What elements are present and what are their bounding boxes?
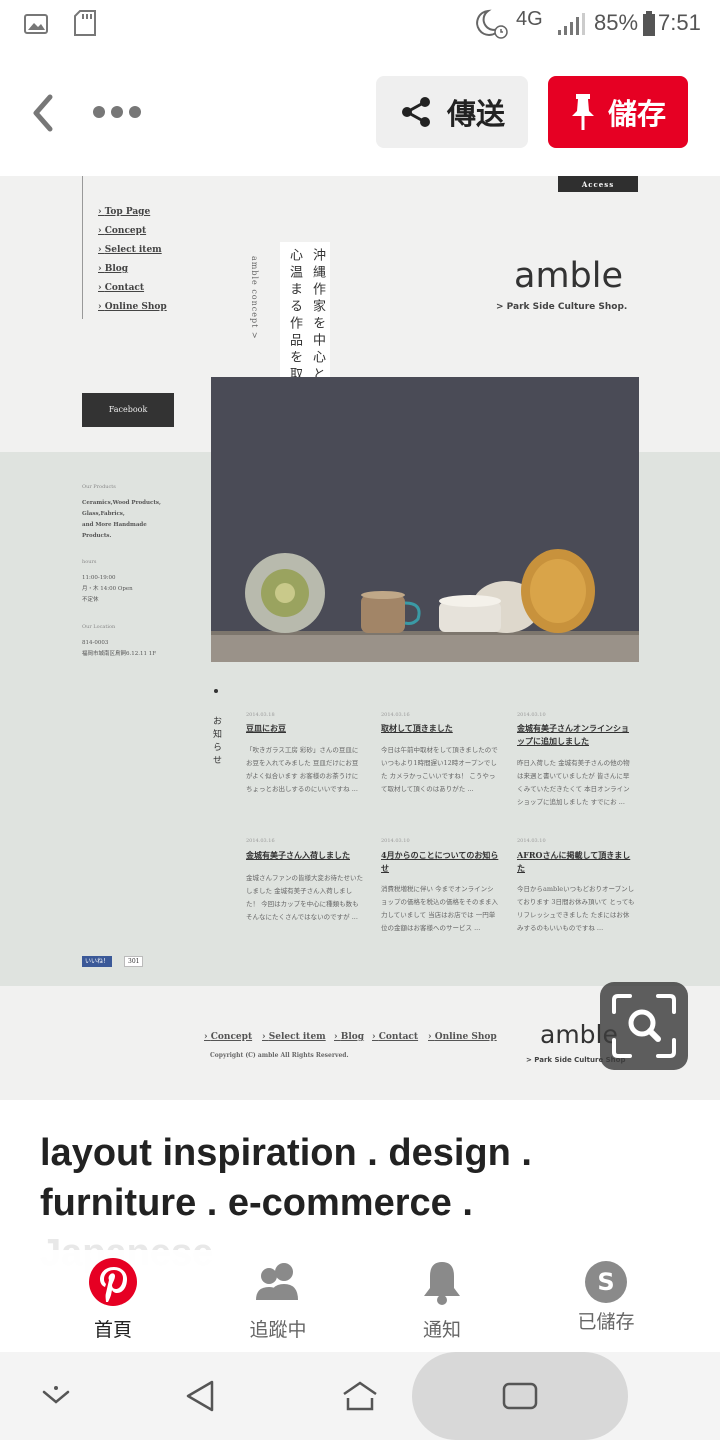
news-bullet [214, 689, 218, 693]
save-label: 儲存 [607, 97, 666, 131]
pin-image[interactable]: › Top Page › Concept › Select item › Blo… [0, 176, 720, 1100]
news-date: 2014.03.10 [517, 712, 546, 718]
site-nav-contact: › Contact [98, 283, 145, 293]
clock: 7:51 [658, 10, 701, 35]
hours-heading: hours [82, 559, 97, 565]
facebook-button: Facebook [82, 393, 174, 427]
back-arrow-icon[interactable] [30, 94, 56, 132]
tab-saved-label: 已儲存 [577, 1311, 635, 1333]
footer-nav-online-shop: › Online Shop [428, 1032, 497, 1042]
footer-nav-contact: › Contact [372, 1032, 419, 1042]
location-heading: Our Location [82, 624, 116, 630]
pin-top-bar: 傳送 儲存 [0, 50, 720, 176]
description-line-2: furniture . e-commerce . [40, 1182, 473, 1224]
tab-saved[interactable]: S 已儲存 [546, 1258, 666, 1334]
brand-subtitle: > Park Side Culture Shop. [496, 302, 628, 312]
news-title: 金城有美子さん入荷しました [246, 850, 350, 860]
site-nav-top-page: › Top Page [98, 207, 151, 217]
access-button: Access [558, 176, 638, 192]
tab-home-label: 首頁 [93, 1319, 132, 1341]
share-label: 傳送 [446, 97, 505, 131]
news-body: 「吹きガラス工房 彩砂」さんの豆皿にお豆を入れてみました 豆皿だけにお豆がよく似… [246, 746, 359, 793]
news-title: AFROさんに掲載して頂きました [517, 850, 631, 873]
bell-icon [424, 1262, 460, 1305]
tab-notifications-label: 通知 [422, 1319, 461, 1341]
share-button[interactable]: 傳送 [376, 76, 528, 148]
lens-search-icon [612, 994, 676, 1058]
products-line-2: Glass,Fabrics, [82, 511, 125, 517]
hours-line-2: 月・木 14:00 Open [82, 586, 133, 592]
products-line-1: Ceramics,Wood Products, [82, 500, 161, 506]
footer-nav-blog: › Blog [334, 1032, 365, 1042]
recents-button[interactable] [412, 1352, 628, 1440]
pinterest-logo-icon [89, 1258, 137, 1306]
products-heading: Our Products [82, 484, 116, 490]
system-navigation-bar [0, 1352, 720, 1440]
tab-home[interactable]: 首頁 [53, 1258, 173, 1342]
news-body: 昨日入荷した 金城有美子さんの他の物は来週と書いていましたが 皆さんに早くみてい… [517, 759, 630, 806]
footer-nav-concept: › Concept [204, 1032, 253, 1042]
copyright: Copyright (C) amble All Rights Reserved. [210, 1052, 349, 1059]
save-button[interactable]: 儲存 [548, 76, 688, 148]
news-body: 今日は午前中取材をして頂きましたので いつもより1時間遅い12時オープンでした … [381, 746, 498, 793]
footer-nav-select-item: › Select item [262, 1032, 326, 1042]
tab-following[interactable]: 追蹤中 [218, 1258, 338, 1342]
site-nav-online-shop: › Online Shop [98, 302, 167, 312]
news-body: 金城さんファンの皆様大変お待たせいたしました 金城有美子さん入荷しました！ 今回… [246, 874, 363, 921]
news-date: 2014.03.16 [246, 838, 275, 844]
battery-icon [643, 11, 655, 36]
visual-search-button[interactable] [600, 982, 688, 1070]
battery-percent: 85% [594, 10, 639, 35]
people-icon [256, 1263, 298, 1300]
news-body: 今日からambleいつもどおりオープンしております 3日間お休み頂いて とっても… [517, 885, 635, 932]
like-count: 301 [124, 956, 144, 967]
news-date: 2014.03.18 [246, 712, 275, 718]
tab-notifications[interactable]: 通知 [382, 1258, 502, 1342]
news-title: 金城有美子さんオンラインショップに追加しました [517, 723, 629, 746]
more-options-icon[interactable] [90, 102, 144, 122]
back-triangle-icon[interactable] [182, 1378, 218, 1414]
news-body: 消費税増税に伴い 今までオンラインショップの価格を税込の価格をそのまま入力してい… [381, 885, 498, 932]
do-not-disturb-alarm-icon [476, 9, 508, 39]
products-line-3: and More Handmade [82, 522, 147, 528]
sd-card-icon [74, 10, 96, 36]
hide-keyboard-icon[interactable] [40, 1384, 72, 1408]
gallery-icon [24, 14, 48, 34]
news-date: 2014.03.10 [381, 838, 410, 844]
share-icon [401, 97, 430, 127]
home-icon[interactable] [340, 1378, 380, 1414]
status-bar: 4G 85% 7:51 [0, 0, 720, 50]
site-nav-select-item: › Select item [98, 245, 162, 255]
brand-logo: amble [514, 256, 624, 296]
signal-icon [558, 13, 585, 35]
hero-photo [211, 377, 639, 662]
tab-following-label: 追蹤中 [249, 1319, 307, 1341]
bottom-navigation: 首頁 追蹤中 通知 S 已儲存 [0, 1250, 720, 1350]
hours-line-1: 11:00-19:00 [82, 575, 116, 581]
location-line-2: 福岡市城南区鳥飼6.12.11 1F [82, 651, 157, 657]
hours-line-3: 不定休 [82, 597, 99, 603]
network-type: 4G [516, 8, 543, 30]
site-nav-blog: › Blog [98, 264, 129, 274]
location-line-1: 814-0003 [82, 640, 109, 646]
recents-icon [502, 1382, 538, 1410]
products-line-4: Products. [82, 533, 112, 539]
news-heading: お知らせ [211, 716, 221, 768]
news-date: 2014.03.16 [381, 712, 410, 718]
news-title: 4月からのことについてのお知らせ [381, 850, 499, 873]
pin-icon [571, 94, 594, 130]
news-title: 豆皿にお豆 [246, 723, 286, 733]
description-line-1: layout inspiration . design . [40, 1132, 532, 1174]
news-title: 取材して頂きました [381, 723, 453, 733]
news-date: 2014.03.10 [517, 838, 546, 844]
concept-vertical-label: amble concept > [250, 256, 259, 340]
profile-avatar: S [585, 1261, 627, 1303]
like-button: いいね！ [82, 956, 113, 967]
nav-rule [82, 176, 83, 319]
site-nav-concept: › Concept [98, 226, 147, 236]
